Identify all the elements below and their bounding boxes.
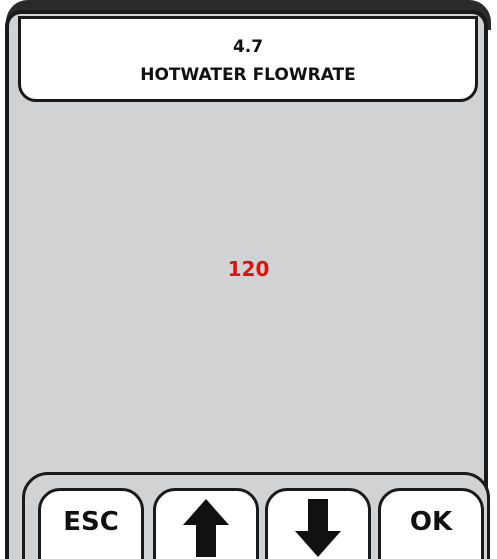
device-display: 4.7 HOTWATER FLOWRATE 120 ESC OK — [0, 0, 497, 559]
up-button[interactable] — [153, 488, 259, 559]
arrow-up-icon — [183, 499, 229, 557]
ok-button[interactable]: OK — [378, 488, 484, 559]
menu-header: 4.7 HOTWATER FLOWRATE — [18, 16, 478, 102]
menu-title: HOTWATER FLOWRATE — [140, 65, 356, 85]
arrow-down-icon — [295, 499, 341, 557]
esc-button-label: ESC — [63, 507, 119, 537]
ok-button-label: OK — [409, 507, 453, 537]
setting-value: 120 — [227, 257, 270, 281]
down-button[interactable] — [265, 488, 371, 559]
menu-number: 4.7 — [232, 37, 264, 57]
esc-button[interactable]: ESC — [38, 488, 144, 559]
